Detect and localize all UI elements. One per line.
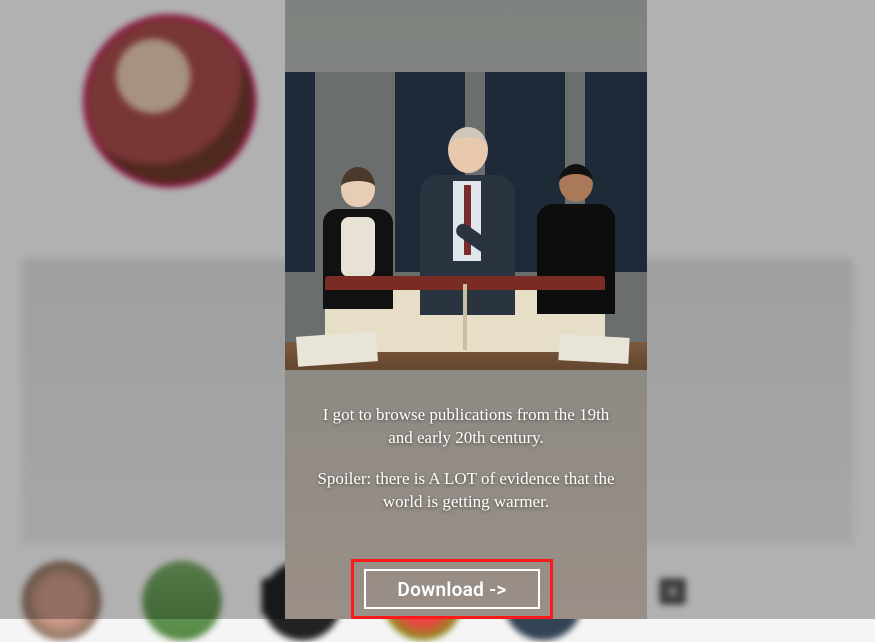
caption-line-1: I got to browse publications from the 19…	[311, 404, 621, 450]
story-photo	[285, 72, 647, 370]
photo-person-center	[420, 127, 515, 327]
story-caption: I got to browse publications from the 19…	[285, 380, 647, 514]
photo-person-left	[323, 167, 393, 317]
photo-document	[558, 334, 629, 364]
photo-person-right	[537, 164, 615, 324]
story-modal: I got to browse publications from the 19…	[285, 0, 647, 619]
photo-book-spine	[463, 284, 467, 350]
download-highlight: Download ->	[351, 559, 553, 619]
download-button[interactable]: Download ->	[364, 569, 540, 609]
photo-document	[296, 331, 378, 367]
caption-line-2: Spoiler: there is A LOT of evidence that…	[311, 468, 621, 514]
